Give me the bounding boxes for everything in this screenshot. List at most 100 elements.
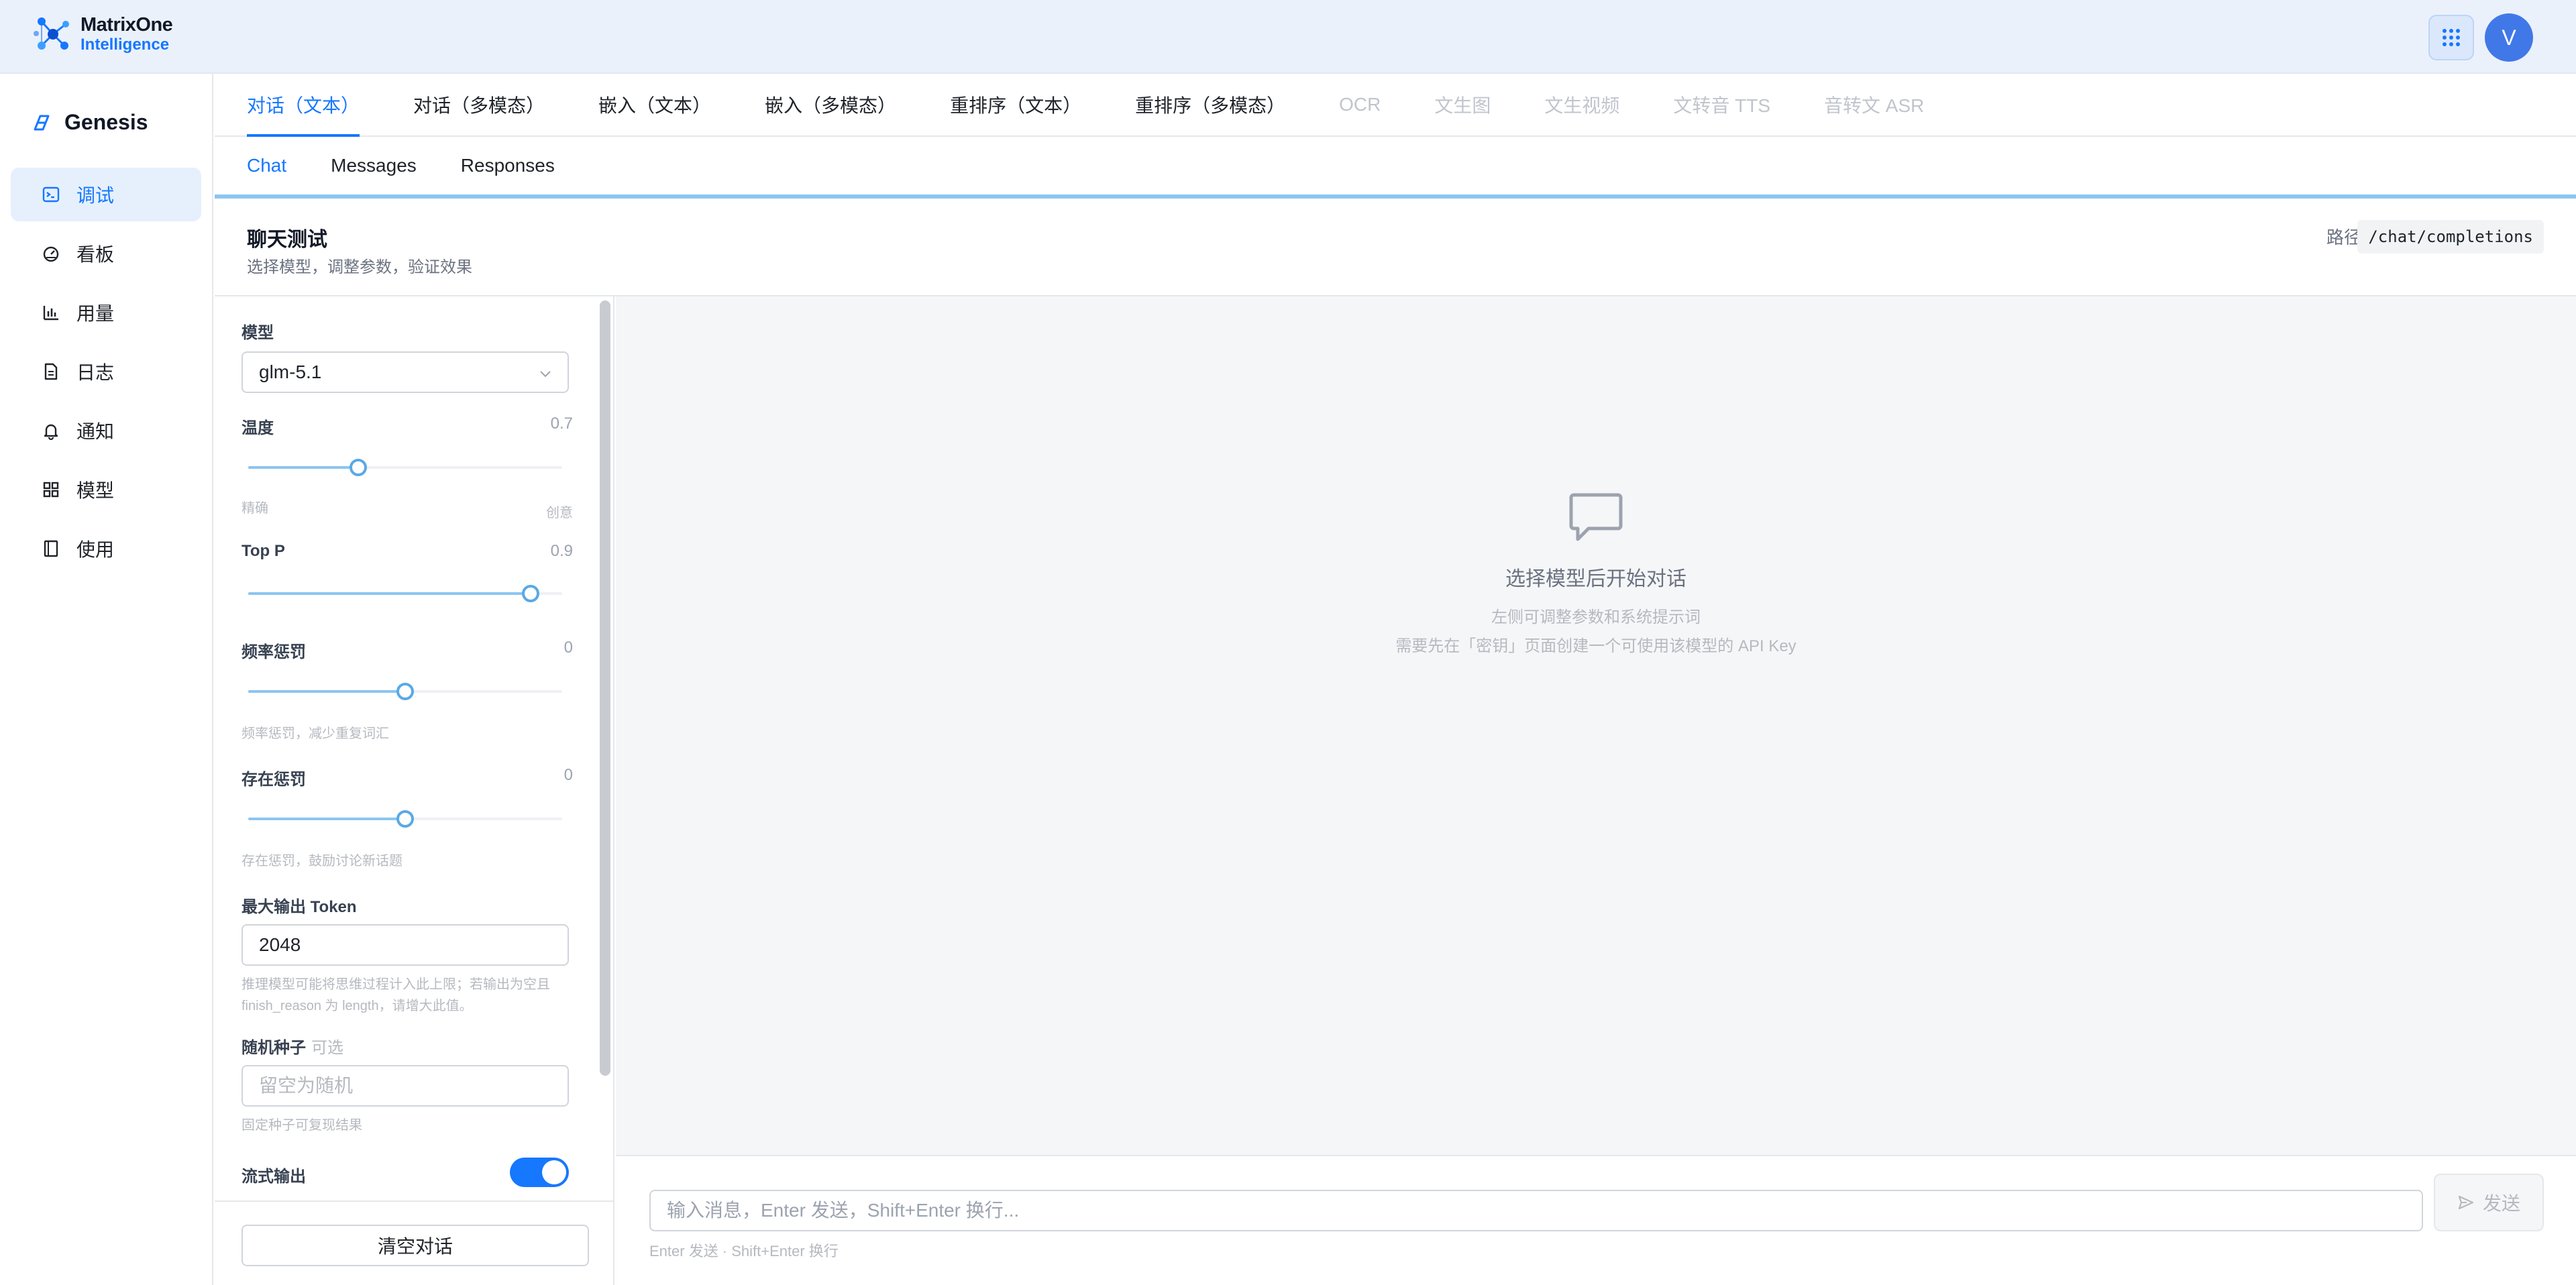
temperature-max-hint: 创意 xyxy=(546,506,573,520)
slider-thumb[interactable] xyxy=(396,683,414,700)
slider-thumb[interactable] xyxy=(396,810,414,828)
temperature-slider[interactable] xyxy=(248,459,562,476)
slider-fill xyxy=(248,466,358,469)
bell-icon xyxy=(44,424,58,440)
model-select-value: glm-5.1 xyxy=(259,361,322,382)
page-subtitle: 选择模型，调整参数，验证效果 xyxy=(247,258,472,276)
logo-subtitle: Intelligence xyxy=(80,36,170,54)
presence-penalty-slider[interactable] xyxy=(248,810,562,828)
tab-rerank-multimodal[interactable]: 重排序（多模态） xyxy=(1135,74,1285,135)
sidebar-item-dashboard[interactable]: 看板 xyxy=(11,227,201,280)
model-select[interactable]: glm-5.1 xyxy=(241,351,569,393)
empty-title: 选择模型后开始对话 xyxy=(1505,568,1686,590)
message-input[interactable] xyxy=(649,1190,2423,1231)
logo[interactable]: MatrixOne Intelligence xyxy=(32,13,173,55)
tab-tts[interactable]: 文转音 TTS xyxy=(1673,74,1770,135)
terminal-icon xyxy=(42,186,60,203)
genesis-logo-icon xyxy=(34,115,50,130)
settings-panel: 模型 glm-5.1 温度 0.7 精确 创意 Top P 0.9 频率惩罚 0… xyxy=(215,296,614,1200)
stream-toggle[interactable] xyxy=(510,1158,569,1187)
top-p-slider[interactable] xyxy=(248,585,562,602)
empty-state: 选择模型后开始对话 左侧可调整参数和系统提示词 需要先在「密钥」页面创建一个可使… xyxy=(616,488,2576,656)
tab-text-to-image[interactable]: 文生图 xyxy=(1434,74,1491,135)
grid-icon xyxy=(43,482,59,498)
tab-messages[interactable]: Messages xyxy=(331,155,417,176)
clear-chat-button[interactable]: 清空对话 xyxy=(241,1225,589,1266)
brand-name: Genesis xyxy=(64,110,148,134)
tab-asr[interactable]: 音转文 ASR xyxy=(1824,74,1924,135)
send-icon xyxy=(2458,1195,2474,1210)
sidebar-item-usage-guide[interactable]: 使用 xyxy=(11,522,201,575)
seed-input[interactable] xyxy=(241,1065,569,1107)
slider-thumb[interactable] xyxy=(522,585,540,602)
secondary-tabs: Chat Messages Responses xyxy=(215,137,2576,199)
sidebar-nav: 调试 看板 用量 日志 通知 模型 使用 xyxy=(11,168,201,581)
seed-hint: 固定种子可复现结果 xyxy=(241,1118,362,1133)
sidebar-item-label: 用量 xyxy=(76,303,115,324)
toggle-knob xyxy=(542,1160,566,1184)
tab-ocr[interactable]: OCR xyxy=(1339,74,1381,135)
logo-title: MatrixOne xyxy=(80,14,173,36)
slider-fill xyxy=(248,818,405,820)
empty-hint: 左侧可调整参数和系统提示词 xyxy=(1491,608,1701,626)
presence-penalty-value: 0 xyxy=(564,766,573,784)
seed-label: 随机种子 可选 xyxy=(241,1034,343,1058)
tab-embedding-text[interactable]: 嵌入（文本） xyxy=(598,74,711,135)
max-tokens-hint: 推理模型可能将思维过程计入此上限；若输出为空且 finish_reason 为 … xyxy=(241,977,550,1013)
sidebar-item-logs[interactable]: 日志 xyxy=(11,345,201,398)
chat-bubble-icon xyxy=(1569,493,1623,541)
sidebar-item-notifications[interactable]: 通知 xyxy=(11,404,201,457)
top-p-label: Top P xyxy=(241,542,285,560)
sidebar-item-label: 调试 xyxy=(76,185,115,206)
send-button[interactable]: 发送 xyxy=(2434,1174,2544,1231)
gauge-icon xyxy=(43,246,59,262)
apps-button[interactable] xyxy=(2428,15,2474,60)
seed-optional-tag: 可选 xyxy=(311,1039,343,1057)
sidebar-item-label: 模型 xyxy=(76,480,115,501)
top-p-value: 0.9 xyxy=(550,542,573,560)
tab-text-to-video[interactable]: 文生视频 xyxy=(1544,74,1619,135)
max-tokens-input[interactable] xyxy=(241,924,569,966)
slider-thumb[interactable] xyxy=(349,459,367,476)
presence-penalty-label: 存在惩罚 xyxy=(241,771,306,789)
path-label: 路径 xyxy=(2326,227,2361,247)
top-bar: MatrixOne Intelligence V xyxy=(0,0,2576,74)
page-title: 聊天测试 xyxy=(247,229,327,251)
slider-fill xyxy=(248,592,531,595)
empty-hint-api-key: 需要先在「密钥」页面创建一个可使用该模型的 API Key xyxy=(1395,637,1796,655)
sidebar-item-label: 看板 xyxy=(76,244,115,265)
frequency-penalty-label: 频率惩罚 xyxy=(241,643,306,661)
slider-fill xyxy=(248,690,405,693)
chat-area: 选择模型后开始对话 左侧可调整参数和系统提示词 需要先在「密钥」页面创建一个可使… xyxy=(616,296,2576,1155)
settings-scrollbar[interactable] xyxy=(600,300,610,1076)
frequency-penalty-slider[interactable] xyxy=(248,683,562,700)
model-label: 模型 xyxy=(241,324,274,342)
endpoint-path: /chat/completions xyxy=(2357,220,2544,254)
seed-label-text: 随机种子 xyxy=(241,1039,306,1057)
temperature-value: 0.7 xyxy=(550,414,573,433)
tab-chat-text[interactable]: 对话（文本） xyxy=(247,74,360,137)
sidebar-brand: Genesis xyxy=(31,110,148,135)
tab-embedding-multimodal[interactable]: 嵌入（多模态） xyxy=(765,74,896,135)
page-header: 聊天测试 选择模型，调整参数，验证效果 路径 /chat/completions xyxy=(215,199,2576,296)
sidebar-item-label: 日志 xyxy=(76,362,115,383)
stream-label: 流式输出 xyxy=(241,1168,306,1186)
send-button-label: 发送 xyxy=(2482,1193,2520,1214)
sidebar-item-label: 通知 xyxy=(76,421,115,442)
chevron-down-icon xyxy=(540,371,551,378)
tab-rerank-text[interactable]: 重排序（文本） xyxy=(950,74,1081,135)
tab-responses[interactable]: Responses xyxy=(461,155,555,176)
sidebar-item-usage[interactable]: 用量 xyxy=(11,286,201,339)
bar-chart-icon xyxy=(43,306,58,321)
primary-tabs: 对话（文本） 对话（多模态） 嵌入（文本） 嵌入（多模态） 重排序（文本） 重排… xyxy=(215,74,2576,137)
frequency-penalty-hint: 频率惩罚，减少重复词汇 xyxy=(241,726,389,741)
tab-chat[interactable]: Chat xyxy=(247,155,286,176)
book-icon xyxy=(44,540,58,557)
document-icon xyxy=(44,363,58,380)
sidebar-item-models[interactable]: 模型 xyxy=(11,463,201,516)
user-avatar[interactable]: V xyxy=(2485,13,2533,62)
sidebar-item-debug[interactable]: 调试 xyxy=(11,168,201,221)
presence-penalty-hint: 存在惩罚，鼓励讨论新话题 xyxy=(241,854,402,869)
composer-hint: Enter 发送 · Shift+Enter 换行 xyxy=(649,1243,839,1260)
tab-chat-multimodal[interactable]: 对话（多模态） xyxy=(413,74,545,135)
